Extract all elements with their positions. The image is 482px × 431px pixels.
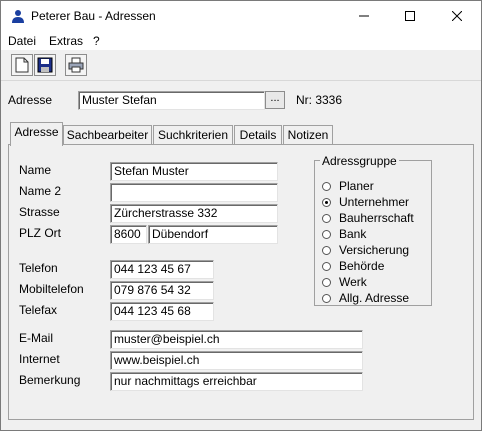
- adresse-label: Adresse: [8, 93, 53, 107]
- telefon-label: Telefon: [19, 261, 58, 275]
- adresse-field[interactable]: Muster Stefan: [78, 91, 265, 110]
- close-button[interactable]: [434, 1, 480, 31]
- tab-details[interactable]: Details: [234, 125, 282, 145]
- radio-label-versicherung[interactable]: Versicherung: [339, 243, 409, 257]
- print-icon: [68, 57, 84, 73]
- close-icon: [452, 11, 462, 21]
- print-button[interactable]: [65, 54, 87, 76]
- radio-behoerde[interactable]: [322, 262, 331, 271]
- radio-versicherung[interactable]: [322, 246, 331, 255]
- tab-suchkriterien[interactable]: Suchkriterien: [153, 125, 233, 145]
- name2-field[interactable]: [110, 183, 278, 202]
- tab-adresse[interactable]: Adresse: [10, 122, 63, 146]
- telefon-field[interactable]: 044 123 45 67: [110, 260, 214, 279]
- radio-bank[interactable]: [322, 230, 331, 239]
- new-button[interactable]: [11, 54, 33, 76]
- radio-label-bauherrschaft[interactable]: Bauherrschaft: [339, 211, 414, 225]
- toolbar: [1, 50, 481, 81]
- tab-sachbearbeiter[interactable]: Sachbearbeiter: [63, 125, 152, 145]
- plz-field[interactable]: 8600: [110, 225, 147, 244]
- minimize-button[interactable]: [341, 1, 387, 31]
- bemerkung-field[interactable]: nur nachmittags erreichbar: [110, 372, 363, 391]
- radio-bauherrschaft[interactable]: [322, 214, 331, 223]
- radio-werk[interactable]: [322, 278, 331, 287]
- strasse-field[interactable]: Zürcherstrasse 332: [110, 204, 278, 223]
- browse-button[interactable]: ...: [265, 91, 285, 109]
- bemerkung-label: Bemerkung: [19, 373, 81, 387]
- new-document-icon: [15, 57, 29, 73]
- radio-selected-dot: [325, 201, 328, 204]
- plzort-label: PLZ Ort: [19, 226, 62, 240]
- adressgruppe-title: Adressgruppe: [320, 154, 399, 168]
- radio-label-allg-adresse[interactable]: Allg. Adresse: [339, 291, 409, 305]
- radio-allg-adresse[interactable]: [322, 294, 331, 303]
- menu-help[interactable]: ?: [93, 34, 100, 48]
- strasse-label: Strasse: [19, 205, 60, 219]
- mobil-field[interactable]: 079 876 54 32: [110, 281, 214, 300]
- name2-label: Name 2: [19, 184, 62, 198]
- radio-planer[interactable]: [322, 182, 331, 191]
- name-label: Name: [19, 163, 52, 177]
- radio-label-planer[interactable]: Planer: [339, 179, 374, 193]
- tab-notizen[interactable]: Notizen: [283, 125, 333, 145]
- menu-extras[interactable]: Extras: [49, 34, 83, 48]
- telefax-label: Telefax: [19, 303, 58, 317]
- address-number: Nr: 3336: [296, 93, 343, 107]
- mobil-label: Mobiltelefon: [19, 282, 84, 296]
- ort-field[interactable]: Dübendorf: [148, 225, 278, 244]
- name-field[interactable]: Stefan Muster: [110, 162, 278, 181]
- radio-label-bank[interactable]: Bank: [339, 227, 366, 241]
- maximize-icon: [405, 11, 415, 21]
- telefax-field[interactable]: 044 123 45 68: [110, 302, 214, 321]
- window-title: Peterer Bau - Adressen: [31, 9, 156, 23]
- radio-label-unternehmer[interactable]: Unternehmer: [339, 195, 409, 209]
- email-field[interactable]: muster@beispiel.ch: [110, 330, 363, 349]
- user-icon: [12, 10, 24, 23]
- radio-unternehmer[interactable]: [322, 198, 331, 207]
- save-button[interactable]: [34, 54, 56, 76]
- radio-label-werk[interactable]: Werk: [339, 275, 367, 289]
- internet-label: Internet: [19, 352, 60, 366]
- minimize-icon: [359, 15, 369, 17]
- maximize-button[interactable]: [387, 1, 433, 31]
- save-icon: [37, 57, 53, 73]
- menu-datei[interactable]: Datei: [8, 34, 36, 48]
- menu-bar: Datei Extras ?: [1, 31, 481, 50]
- internet-field[interactable]: www.beispiel.ch: [110, 351, 363, 370]
- email-label: E-Mail: [19, 331, 54, 345]
- radio-label-behoerde[interactable]: Behörde: [339, 259, 384, 273]
